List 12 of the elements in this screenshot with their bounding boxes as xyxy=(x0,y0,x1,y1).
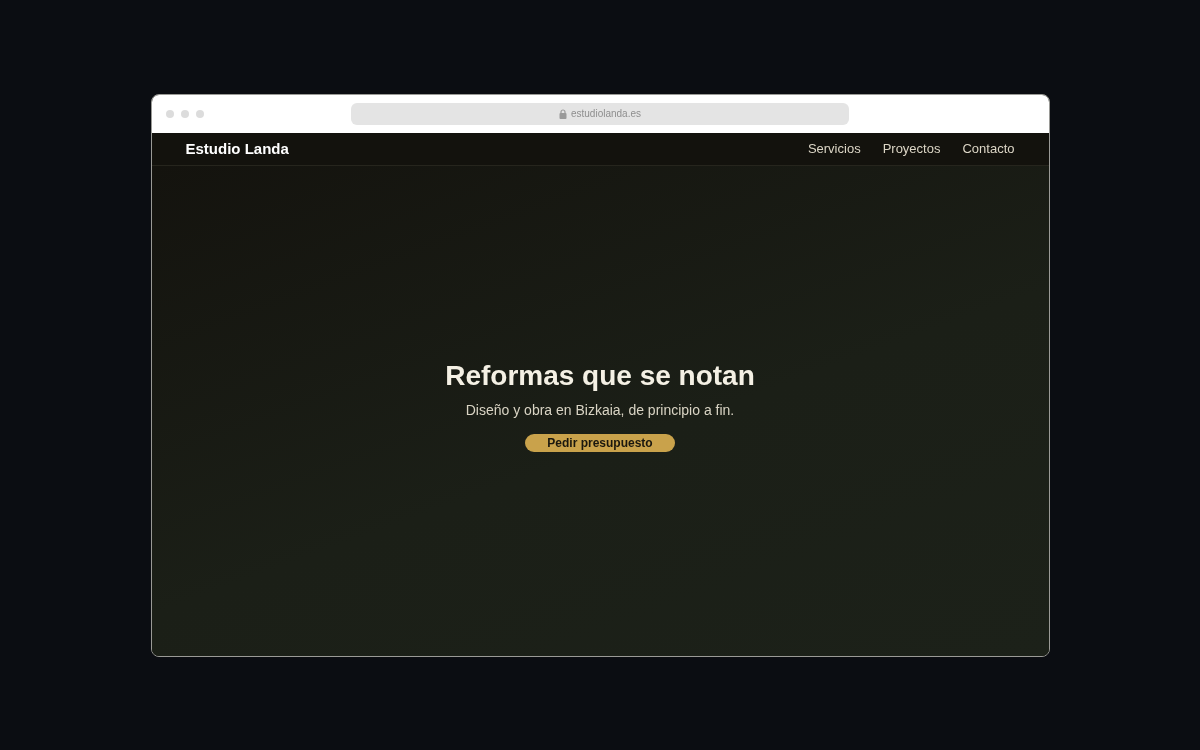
quote-button[interactable]: Pedir presupuesto xyxy=(525,433,675,452)
url-text: estudiolanda.es xyxy=(570,108,642,119)
nav-link[interactable]: Proyectos xyxy=(882,141,941,156)
nav-link[interactable]: Contacto xyxy=(962,141,1015,156)
hero-subtitle: Diseño y obra en Bizkaia, de principio a fin. xyxy=(465,401,735,418)
nav-link[interactable]: Servicios xyxy=(807,141,861,156)
lock-icon xyxy=(558,108,567,119)
window-dot-icon[interactable] xyxy=(180,109,189,118)
hero-title: Reformas que se notan xyxy=(445,359,755,392)
window-dot-icon[interactable] xyxy=(195,109,204,118)
site-brand[interactable]: Estudio Landa xyxy=(185,140,289,157)
window-dot-icon[interactable] xyxy=(165,109,174,118)
